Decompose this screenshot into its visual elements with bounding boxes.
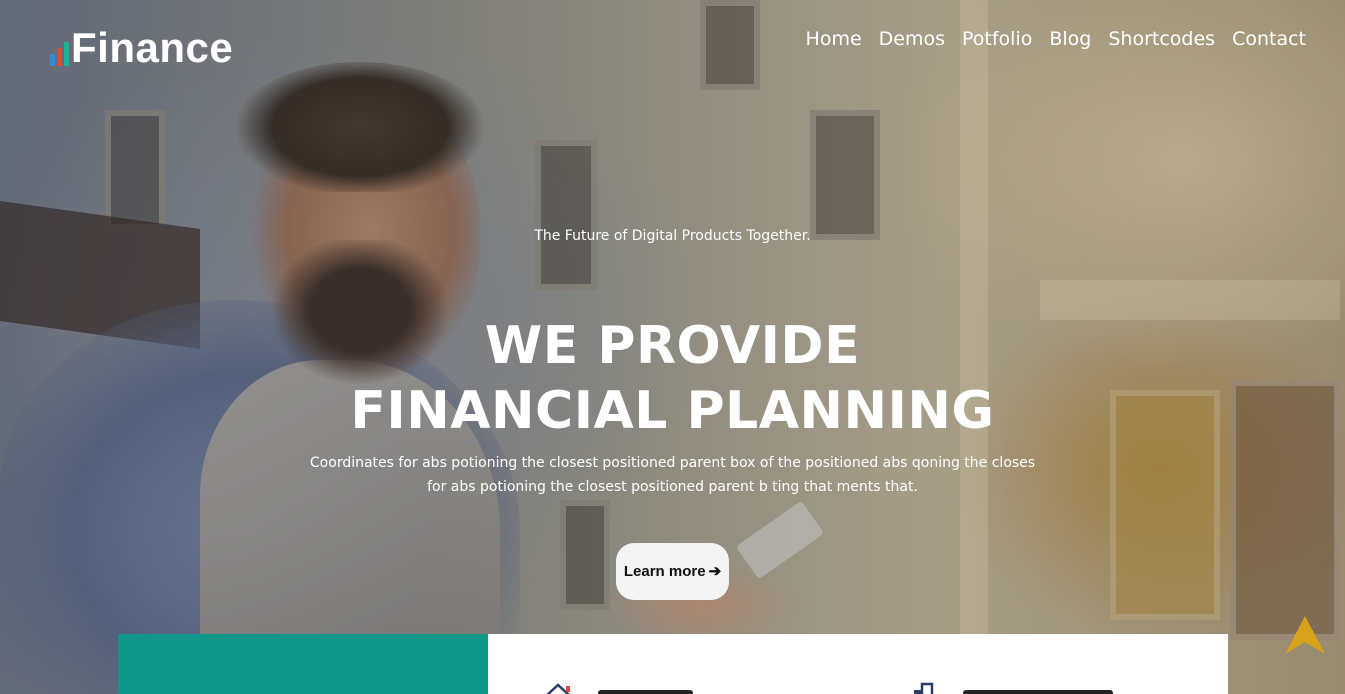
feature-title-1 [598,690,693,694]
brand-name: Finance [71,24,234,71]
feature-panel-teal [118,634,488,694]
nav-demos[interactable]: Demos [879,26,945,52]
feature-panel-white [488,634,1228,694]
nav-portfolio[interactable]: Potfolio [962,26,1032,52]
hero-description-line1: Coordinates for abs potioning the closes… [309,455,1036,471]
hero-description-line2: for abs potioning the closest positioned… [427,479,918,495]
bar-chart-icon [50,42,69,66]
hero-description: Coordinates for abs potioning the closes… [305,451,1040,499]
learn-more-label: Learn more [623,563,706,580]
chevron-up-icon[interactable] [1283,614,1327,656]
main-nav: Home Demos Potfolio Blog Shortcodes Cont… [806,26,1306,52]
hero-tagline: The Future of Digital Products Together. [534,228,811,244]
nav-home[interactable]: Home [806,26,862,52]
nav-shortcodes[interactable]: Shortcodes [1108,26,1215,52]
learn-more-button[interactable]: Learn more ➔ [616,543,729,600]
hero-headline: WE PROVIDE FINANCIAL PLANNING [0,314,1345,444]
house-icon [546,683,570,694]
arrow-right-icon: ➔ [708,563,722,580]
brand-logo[interactable]: Finance [50,26,233,70]
feature-title-2 [963,690,1113,694]
hero-headline-line2: FINANCIAL PLANNING [350,381,995,441]
nav-blog[interactable]: Blog [1049,26,1091,52]
nav-contact[interactable]: Contact [1232,26,1306,52]
hero-headline-line1: WE PROVIDE [484,316,861,376]
building-icon [914,682,934,694]
